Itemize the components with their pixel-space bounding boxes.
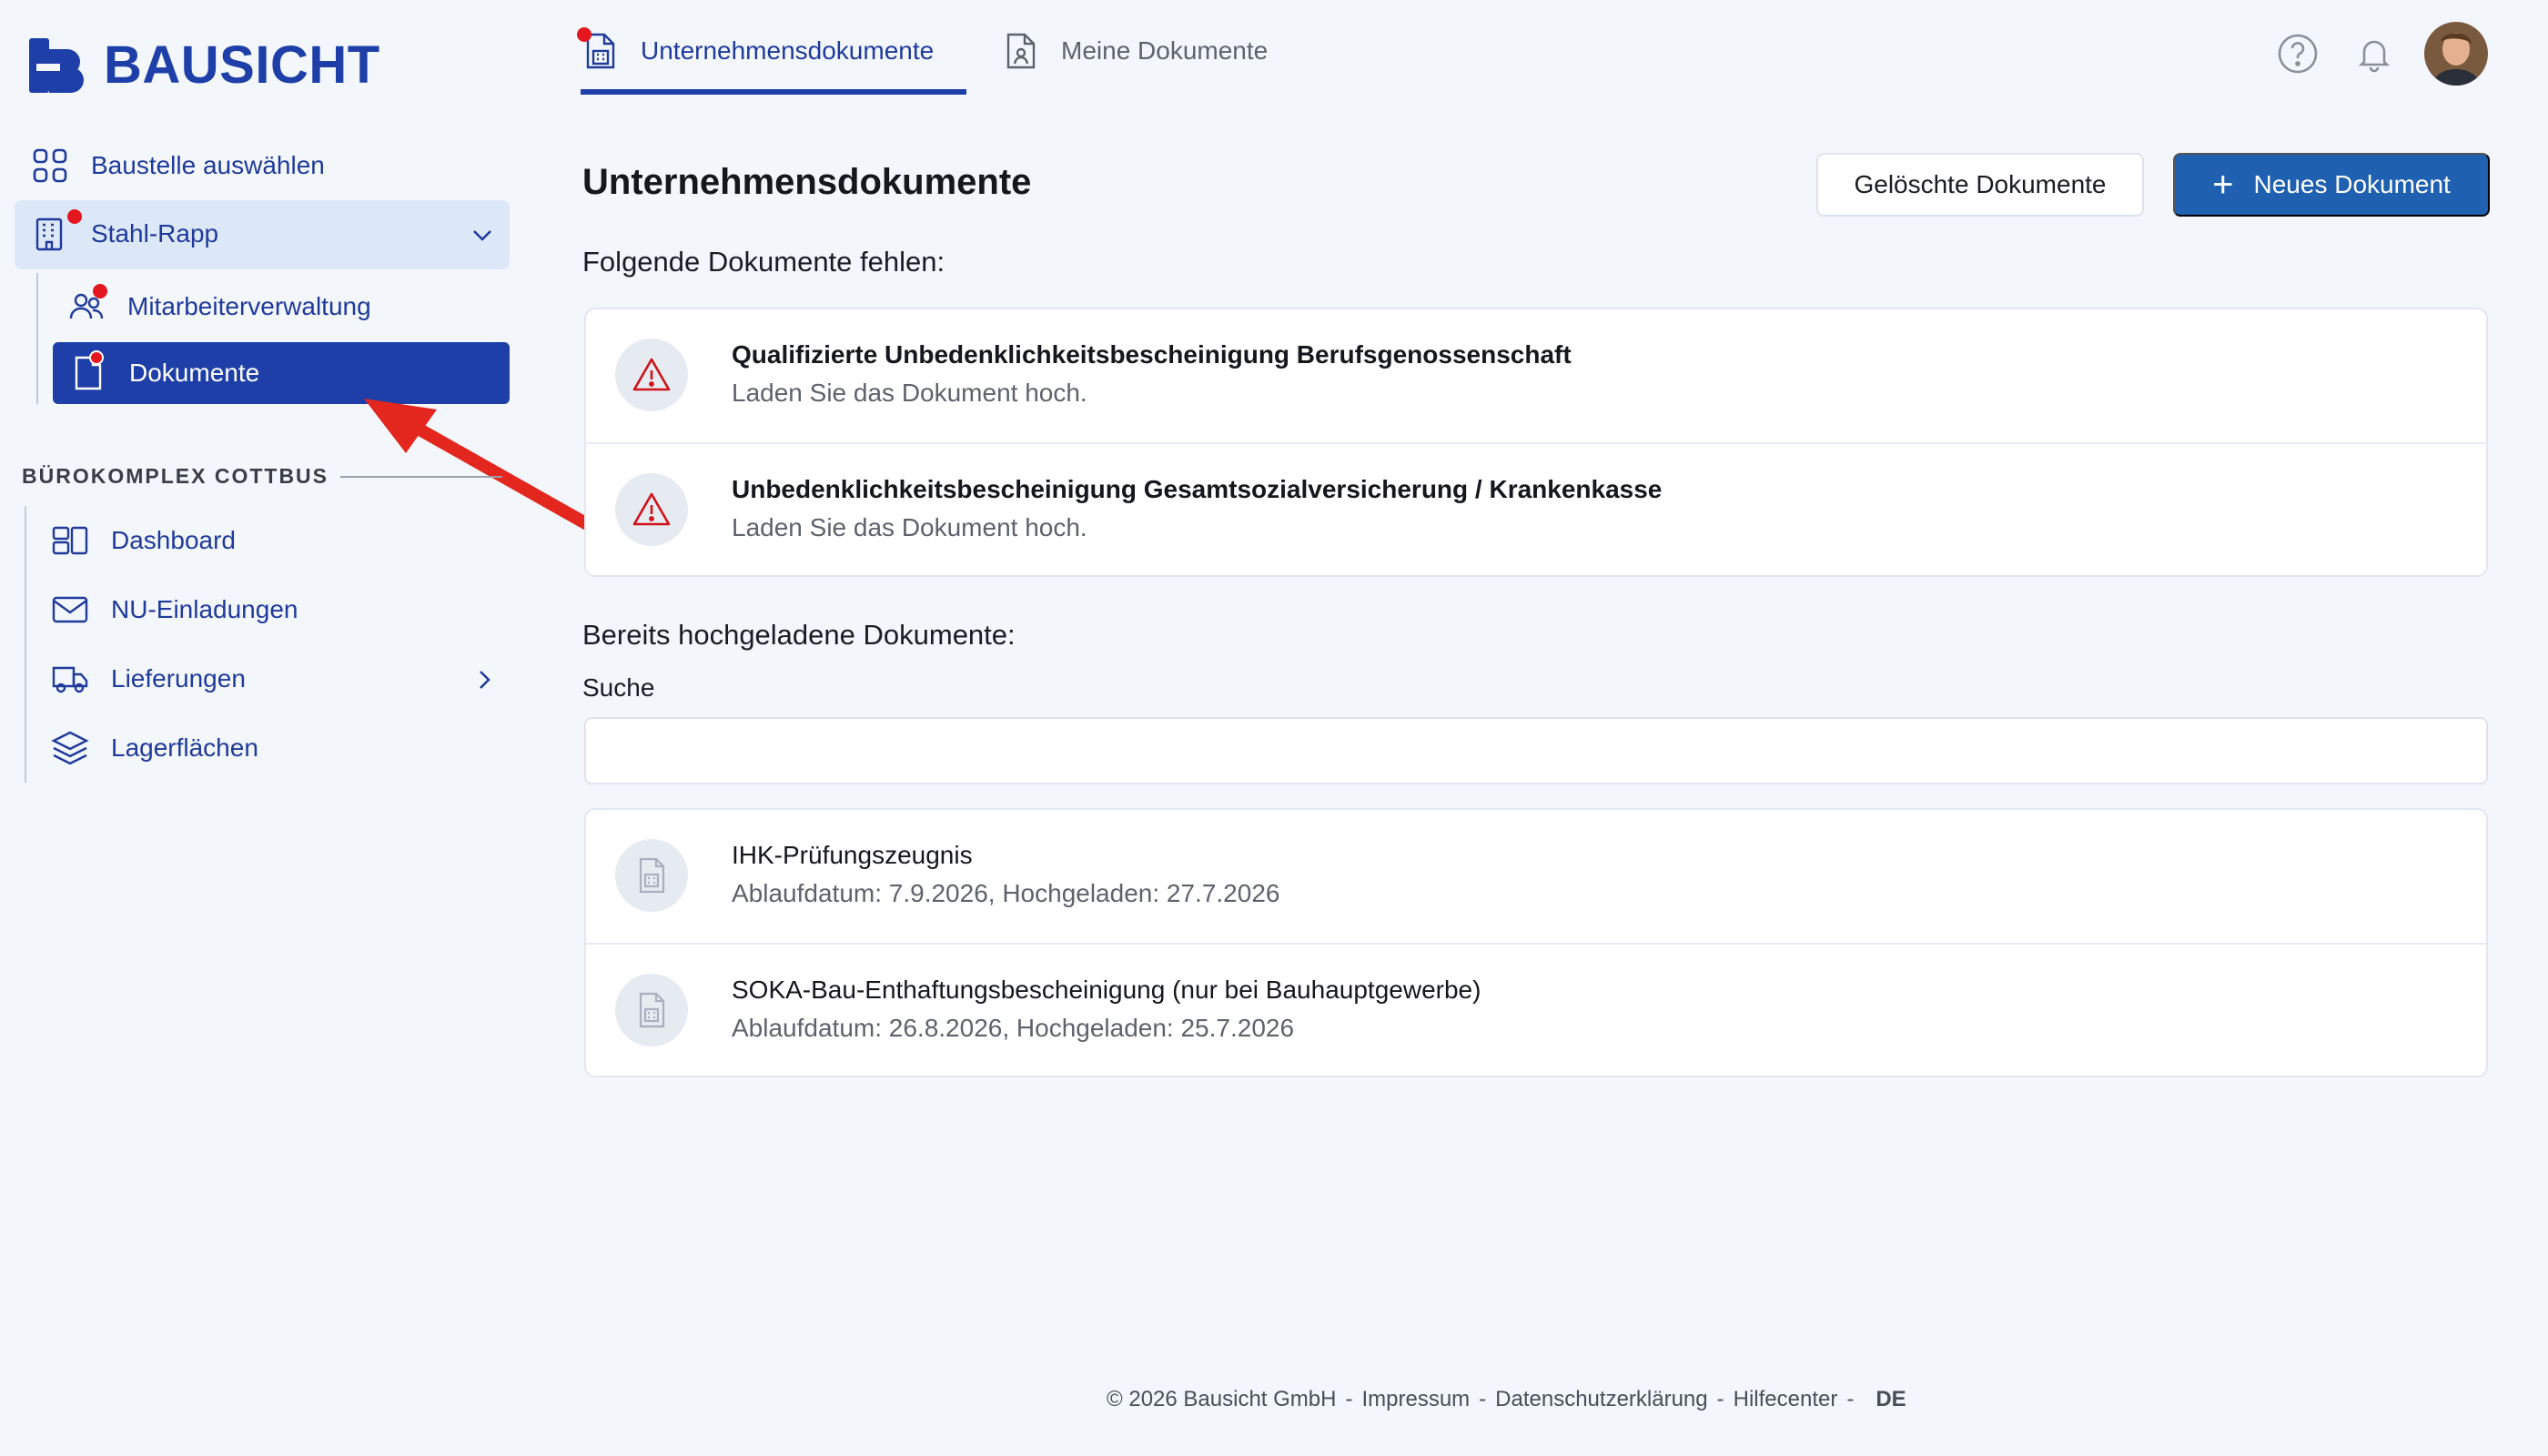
section-divider: [340, 476, 502, 478]
notification-dot: [67, 209, 82, 224]
notification-dot: [577, 27, 592, 42]
search-label: Suche: [582, 673, 655, 702]
layers-icon: [51, 729, 89, 767]
file-icon: [615, 974, 688, 1046]
sidebar-item-label: Dashboard: [111, 526, 236, 554]
list-item[interactable]: Qualifizierte Unbedenklichkeitsbescheini…: [586, 309, 2486, 442]
chevron-down-icon[interactable]: [470, 222, 495, 248]
document-icon: [69, 350, 107, 392]
deleted-documents-button[interactable]: Gelöschte Dokumente: [1816, 153, 2144, 217]
sidebar-item-dashboard[interactable]: Dashboard: [51, 521, 236, 560]
footer-separator: -: [1479, 1387, 1487, 1411]
building-icon: [31, 209, 82, 253]
sidebar-item-mitarbeiterverwaltung[interactable]: Mitarbeiterverwaltung: [67, 284, 371, 326]
footer-separator: -: [1716, 1387, 1724, 1411]
document-dates: Ablaufdatum: 26.8.2026, Hochgeladen: 25.…: [732, 1014, 1295, 1042]
document-title: IHK-Prüfungszeugnis: [732, 841, 973, 869]
notification-dot: [93, 284, 107, 298]
brand-name: BAUSICHT: [104, 35, 380, 95]
sidebar-item-lieferungen[interactable]: Lieferungen: [51, 660, 497, 698]
plus-icon: +: [2212, 165, 2234, 205]
footer-link-hilfecenter[interactable]: Hilfecenter: [1734, 1387, 1838, 1412]
document-hint: Laden Sie das Dokument hoch.: [732, 379, 1087, 407]
document-title: Unbedenklichkeitsbescheinigung Gesamtsoz…: [732, 475, 1663, 503]
sidebar-item-label: Lagerflächen: [111, 733, 258, 762]
footer-separator: -: [1846, 1387, 1855, 1411]
sidebar-item-nu-einladungen[interactable]: NU-Einladungen: [51, 591, 298, 629]
list-item[interactable]: Unbedenklichkeitsbescheinigung Gesamtsoz…: [586, 442, 2486, 575]
notification-dot: [89, 350, 104, 365]
search-input[interactable]: [584, 717, 2488, 784]
footer: © 2026 Bausicht GmbH - Impressum - Daten…: [1107, 1387, 1906, 1412]
language-switch[interactable]: DE: [1876, 1387, 1906, 1412]
chevron-right-icon[interactable]: [471, 667, 497, 693]
company-document-icon: [577, 27, 619, 71]
document-dates: Ablaufdatum: 7.9.2026, Hochgeladen: 27.7…: [732, 879, 1280, 907]
dashboard-icon: [51, 521, 89, 560]
footer-link-datenschutz[interactable]: Datenschutzerklärung: [1495, 1387, 1707, 1412]
document-title: Qualifizierte Unbedenklichkeitsbescheini…: [732, 340, 1572, 369]
footer-separator: -: [1345, 1387, 1353, 1411]
new-document-label: Neues Dokument: [2253, 170, 2451, 198]
new-document-button[interactable]: + Neues Dokument: [2173, 153, 2490, 217]
section-title: BÜROKOMPLEX COTTBUS: [22, 464, 329, 488]
grid-icon: [31, 147, 69, 185]
sidebar-item-label: Baustelle auswählen: [91, 151, 325, 179]
sidebar-item-label: Lieferungen: [111, 664, 246, 693]
truck-icon: [51, 660, 89, 698]
tab-label: Meine Dokumente: [1061, 36, 1269, 65]
tab-unternehmensdokumente[interactable]: Unternehmensdokumente: [577, 27, 935, 71]
document-title: SOKA-Bau-Enthaftungsbescheinigung (nur b…: [732, 976, 1481, 1004]
brand-logo[interactable]: BAUSICHT: [27, 35, 380, 96]
warning-icon: [615, 339, 688, 411]
active-tab-indicator: [581, 89, 966, 95]
warning-icon: [615, 473, 688, 546]
sidebar-item-lagerflaechen[interactable]: Lagerflächen: [51, 729, 258, 767]
uploaded-documents-list: IHK-Prüfungszeugnis Ablaufdatum: 7.9.202…: [584, 808, 2488, 1077]
section-line: [25, 506, 26, 783]
site-submenu-line: [36, 273, 38, 404]
sidebar-item-label: NU-Einladungen: [111, 595, 298, 623]
footer-link-impressum[interactable]: Impressum: [1361, 1387, 1470, 1412]
sidebar-item-label: Dokumente: [129, 359, 260, 387]
sidebar-item-dokumente[interactable]: Dokumente: [69, 350, 260, 392]
sidebar-item-select-site[interactable]: Baustelle auswählen: [31, 147, 325, 185]
missing-documents-heading: Folgende Dokumente fehlen:: [582, 246, 945, 278]
avatar[interactable]: [2424, 22, 2488, 86]
page-title: Unternehmensdokumente: [582, 162, 1032, 202]
tab-label: Unternehmensdokumente: [641, 36, 935, 65]
help-icon[interactable]: [2277, 33, 2319, 75]
bell-icon[interactable]: [2353, 33, 2395, 75]
sidebar-item-current-site[interactable]: Stahl-Rapp: [31, 209, 495, 253]
list-item[interactable]: SOKA-Bau-Enthaftungsbescheinigung (nur b…: [586, 943, 2486, 1076]
document-hint: Laden Sie das Dokument hoch.: [732, 513, 1087, 541]
bausicht-logo-icon: [29, 37, 84, 93]
personal-document-icon: [1003, 31, 1039, 71]
current-site-label: Stahl-Rapp: [91, 219, 219, 248]
uploaded-documents-heading: Bereits hochgeladene Dokumente:: [582, 619, 1016, 651]
list-item[interactable]: IHK-Prüfungszeugnis Ablaufdatum: 7.9.202…: [586, 810, 2486, 943]
footer-copyright: © 2026 Bausicht GmbH: [1107, 1387, 1337, 1411]
missing-documents-list: Qualifizierte Unbedenklichkeitsbescheini…: [584, 308, 2488, 577]
tab-meine-dokumente[interactable]: Meine Dokumente: [1003, 31, 1268, 71]
sidebar-item-label: Mitarbeiterverwaltung: [127, 292, 371, 320]
mail-icon: [51, 591, 89, 629]
users-icon: [67, 284, 107, 326]
file-icon: [615, 839, 688, 912]
